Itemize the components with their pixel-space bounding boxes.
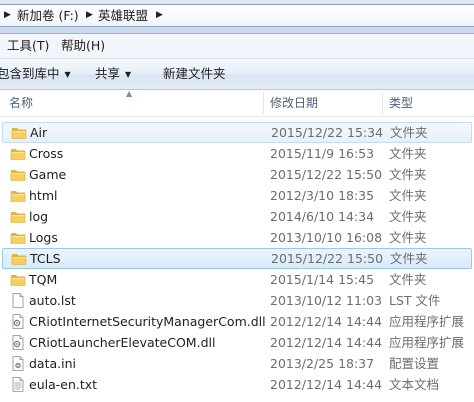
command-bar: 包含到库中 ▼ 共享 ▼ 新建文件夹 [0,59,474,90]
folder-icon [11,251,27,266]
chevron-down-icon: ▼ [125,70,132,79]
column-type[interactable]: 类型 [389,90,413,116]
file-row[interactable]: auto.lst 2013/10/12 11:03 LST 文件 [0,290,474,311]
file-name: CRiotLauncherElevateCOM.dll [29,335,216,350]
sort-ascending-icon: ▲ [126,89,133,98]
file-row[interactable]: Cross 2015/11/9 16:53 文件夹 [0,143,474,164]
file-modified-date: 2014/6/10 14:34 [270,209,375,224]
file-name: log [29,209,49,224]
file-type: 应用程序扩展 [389,314,465,329]
file-name: Logs [29,230,58,245]
file-type: LST 文件 [389,293,441,308]
file-name: html [29,188,58,203]
file-name: auto.lst [29,293,76,308]
file-type: 应用程序扩展 [389,335,465,350]
file-modified-date: 2012/3/10 18:35 [270,188,375,203]
file-row[interactable]: Game 2015/12/22 15:50 文件夹 [0,164,474,185]
breadcrumb-arrow-icon[interactable]: ▶ [4,5,11,26]
breadcrumb-arrow-icon[interactable]: ▶ [156,5,163,26]
new-folder-button[interactable]: 新建文件夹 [163,59,226,89]
dll-icon [10,335,26,350]
file-name: eula-en.txt [29,377,98,392]
document-icon [10,293,26,308]
file-modified-date: 2015/12/22 15:50 [270,167,383,182]
file-modified-date: 2013/2/25 18:37 [270,356,375,371]
breadcrumb[interactable]: ▶ 新加卷 (F:) ▶ 英雄联盟 ▶ [0,4,474,27]
file-name: TQM [29,272,58,287]
file-row[interactable]: CRiotLauncherElevateCOM.dll 2012/12/14 14… [0,332,474,353]
folder-icon [10,230,26,245]
dll-icon [10,314,26,329]
breadcrumb-current-folder[interactable]: 英雄联盟 [98,5,148,26]
file-name: CRiotInternetSecurityManagerCom.dll [29,314,266,329]
breadcrumb-arrow-icon[interactable]: ▶ [86,5,93,26]
share-button[interactable]: 共享 ▼ [95,59,131,89]
file-row[interactable]: eula-en.txt 2012/12/14 14:44 文本文档 [0,374,474,395]
file-name: Cross [29,146,64,161]
file-modified-date: 2012/12/14 14:44 [270,335,383,350]
address-bar: ▶ 新加卷 (F:) ▶ 英雄联盟 ▶ [0,0,474,34]
file-modified-date: 2013/10/10 16:08 [270,230,383,245]
file-row[interactable]: Air 2015/12/22 15:34 文件夹 [2,122,472,143]
breadcrumb-drive[interactable]: 新加卷 (F:) [17,5,79,26]
file-modified-date: 2015/12/22 15:50 [271,251,384,266]
file-row[interactable]: TQM 2015/1/14 15:45 文件夹 [0,269,474,290]
file-modified-date: 2012/12/14 14:44 [270,314,383,329]
file-type: 文件夹 [389,146,427,161]
share-label: 共享 [95,66,121,81]
column-modified[interactable]: 修改日期 [270,90,318,116]
folder-icon [10,272,26,287]
column-divider[interactable] [382,92,383,114]
folder-icon [11,125,27,140]
file-name: Game [29,167,67,182]
folder-icon [10,167,26,182]
settings-file-icon [10,356,26,371]
file-name: TCLS [30,251,61,266]
include-in-library-button[interactable]: 包含到库中 ▼ [0,59,71,89]
file-type: 文件夹 [389,230,427,245]
file-modified-date: 2013/10/12 11:03 [270,293,383,308]
chevron-down-icon: ▼ [64,70,71,79]
file-row[interactable]: TCLS 2015/12/22 15:50 文件夹 [2,248,472,269]
file-modified-date: 2015/1/14 15:45 [270,272,375,287]
file-row[interactable]: log 2014/6/10 14:34 文件夹 [0,206,474,227]
menu-tools[interactable]: 工具(T) [7,34,49,58]
file-modified-date: 2015/11/9 16:53 [270,146,375,161]
folder-icon [10,146,26,161]
column-divider[interactable] [263,92,264,114]
file-type: 文件夹 [389,209,427,224]
column-header: ▲ 名称 修改日期 类型 [0,89,474,117]
file-row[interactable]: Logs 2013/10/10 16:08 文件夹 [0,227,474,248]
include-in-library-label: 包含到库中 [0,66,60,81]
folder-icon [10,209,26,224]
file-type: 文件夹 [389,167,427,182]
file-type: 文件夹 [390,251,428,266]
file-modified-date: 2012/12/14 14:44 [270,377,383,392]
column-name[interactable]: 名称 [9,90,33,116]
folder-icon [10,188,26,203]
file-row[interactable]: html 2012/3/10 18:35 文件夹 [0,185,474,206]
file-modified-date: 2015/12/22 15:34 [271,125,384,140]
text-file-icon [10,377,26,392]
file-type: 文本文档 [389,377,440,392]
menu-help[interactable]: 帮助(H) [61,34,105,58]
file-name: data.ini [29,356,76,371]
file-row[interactable]: data.ini 2013/2/25 18:37 配置设置 [0,353,474,374]
menu-bar: 工具(T) 帮助(H) [0,34,474,59]
file-type: 文件夹 [390,125,428,140]
file-name: Air [30,125,48,140]
file-type: 文件夹 [389,272,427,287]
file-type: 配置设置 [389,356,440,371]
file-type: 文件夹 [389,188,427,203]
file-row[interactable]: CRiotInternetSecurityManagerCom.dll 2012/… [0,311,474,332]
